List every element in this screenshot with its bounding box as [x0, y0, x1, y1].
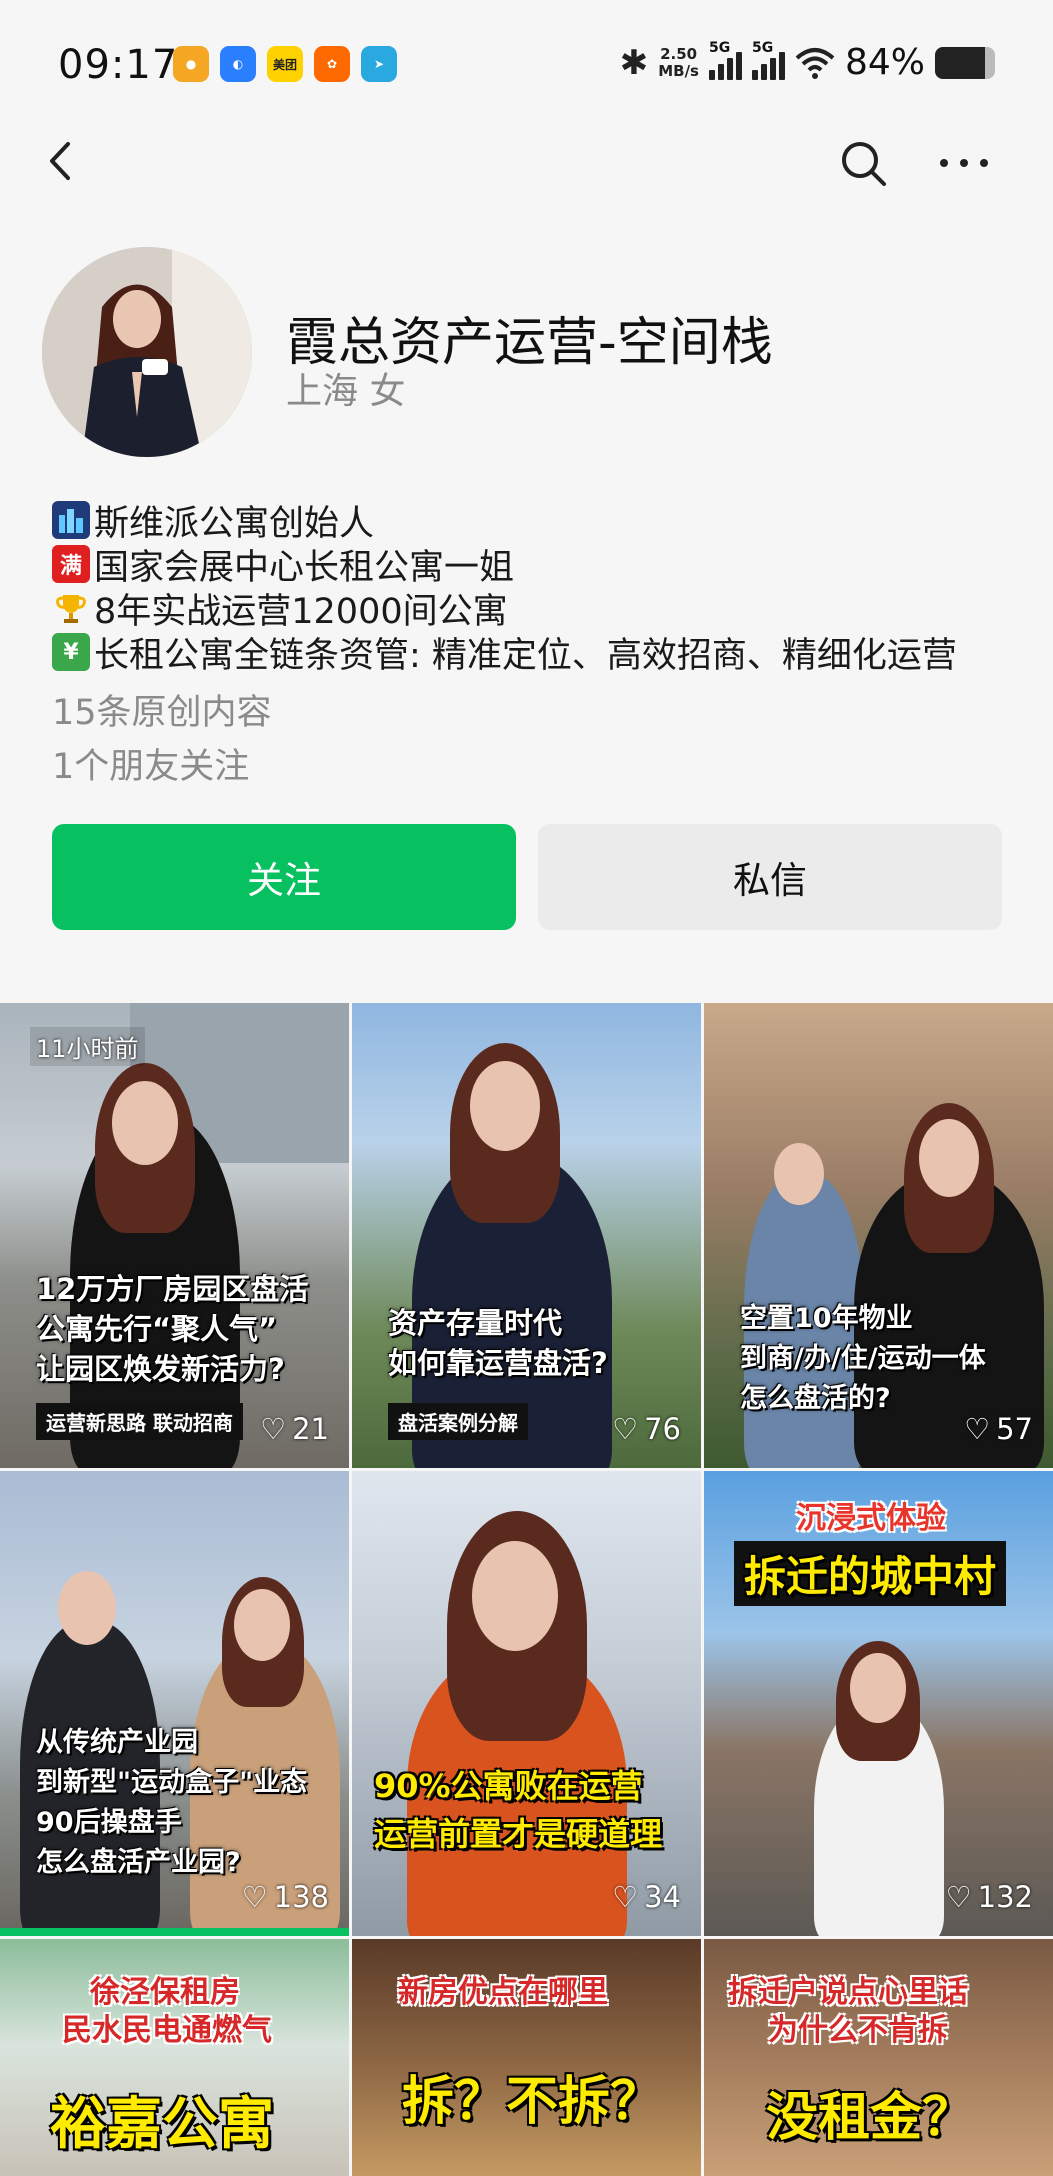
friends-following[interactable]: 1个朋友关注	[52, 738, 249, 789]
video-tile[interactable]: 沉浸式体验 拆迁的城中村 ♡ 132	[704, 1471, 1053, 1936]
bio-line: 斯维派公寓创始人	[52, 498, 1012, 544]
full-badge-emoji-icon: 满	[52, 545, 90, 583]
video-tile[interactable]: 徐泾保租房 民水民电通燃气 裕嘉公寓	[0, 1939, 349, 2176]
watch-progress-bar	[0, 1928, 349, 1936]
weibo-icon: ●	[173, 46, 209, 82]
status-bar: 09:17 ● ◐ 美团 ✿ ➤ ✱ 2.50 MB/s 5G 5G 84%	[0, 0, 1053, 130]
video-grid: 11小时前 12万方厂房园区盘活 公寓先行“聚人气” 让园区焕发新活力? 运营新…	[0, 1003, 1053, 2176]
heart-icon: ♡	[612, 1880, 639, 1914]
signal-5g-icon: 5G	[751, 40, 785, 80]
system-indicators: ✱ 2.50 MB/s 5G 5G 84%	[619, 40, 995, 83]
video-tile[interactable]: 11小时前 12万方厂房园区盘活 公寓先行“聚人气” 让园区焕发新活力? 运营新…	[0, 1003, 349, 1468]
heart-icon: ♡	[945, 1880, 972, 1914]
profile-page: 09:17 ● ◐ 美团 ✿ ➤ ✱ 2.50 MB/s 5G 5G 84% 霞…	[0, 0, 1053, 2176]
like-count: ♡ 34	[612, 1880, 681, 1914]
taobao-icon: ✿	[314, 46, 350, 82]
video-tile[interactable]: 从传统产业园 到新型"运动盒子"业态 90后操盘手 怎么盘活产业园? ♡ 138	[0, 1471, 349, 1936]
heart-icon: ♡	[260, 1412, 287, 1446]
video-tile[interactable]: 空置10年物业 到商/办/住/运动一体 怎么盘活的? ♡ 57	[704, 1003, 1053, 1468]
avatar[interactable]	[42, 247, 252, 457]
yen-chart-emoji-icon: ¥	[52, 633, 90, 671]
like-count: ♡ 138	[241, 1880, 329, 1914]
nav-bar	[0, 120, 1053, 206]
notification-app-icons: ● ◐ 美团 ✿ ➤	[173, 46, 397, 82]
meituan-icon: 美团	[267, 46, 303, 82]
profile-bio: 斯维派公寓创始人 满 国家会展中心长租公寓一姐 8年实战运营12000间公寓 ¥…	[52, 498, 1012, 676]
like-count: ♡ 132	[945, 1880, 1033, 1914]
paper-plane-icon: ➤	[361, 46, 397, 82]
battery-icon	[935, 46, 995, 79]
chat-bubble-icon: ◐	[220, 46, 256, 82]
video-tag: 盘活案例分解	[388, 1403, 528, 1440]
chevron-left-icon[interactable]	[36, 136, 86, 186]
avatar-photo	[42, 247, 252, 457]
network-speed: 2.50 MB/s	[658, 44, 699, 80]
signal-5g-icon: 5G	[708, 40, 742, 80]
original-content-count[interactable]: 15条原创内容	[52, 684, 272, 735]
video-tile[interactable]: 新房优点在哪里 拆？不拆？	[352, 1939, 701, 2176]
bio-line: ¥ 长租公寓全链条资管: 精准定位、高效招商、精细化运营	[52, 630, 1012, 676]
video-tile[interactable]: 90%公寓败在运营 运营前置才是硬道理 ♡ 34	[352, 1471, 701, 1936]
like-count: ♡ 57	[964, 1412, 1033, 1446]
cityscape-emoji-icon	[52, 501, 90, 539]
bio-line: 满 国家会展中心长租公寓一姐	[52, 542, 1012, 588]
video-tile[interactable]: 资产存量时代 如何靠运营盘活? 盘活案例分解 ♡ 76	[352, 1003, 701, 1468]
follow-button[interactable]: 关注	[52, 824, 516, 930]
message-button[interactable]: 私信	[538, 824, 1002, 930]
trophy-emoji-icon	[52, 589, 90, 627]
video-tile[interactable]: 拆迁户说点心里话 为什么不肯拆 没租金？	[704, 1939, 1053, 2176]
like-count: ♡ 76	[612, 1412, 681, 1446]
heart-icon: ♡	[964, 1412, 991, 1446]
profile-location-gender: 上海 女	[286, 371, 406, 412]
bio-line: 8年实战运营12000间公寓	[52, 586, 1012, 632]
heart-icon: ♡	[612, 1412, 639, 1446]
search-icon[interactable]	[836, 136, 890, 190]
bluetooth-icon: ✱	[619, 42, 649, 83]
post-time: 11小时前	[30, 1027, 145, 1066]
heart-icon: ♡	[241, 1880, 268, 1914]
more-dots-icon[interactable]	[934, 138, 994, 188]
video-tag: 运营新思路 联动招商	[36, 1403, 243, 1440]
like-count: ♡ 21	[260, 1412, 329, 1446]
wifi-icon	[795, 47, 835, 79]
status-time: 09:17	[58, 42, 179, 88]
battery-percent: 84%	[844, 42, 925, 83]
